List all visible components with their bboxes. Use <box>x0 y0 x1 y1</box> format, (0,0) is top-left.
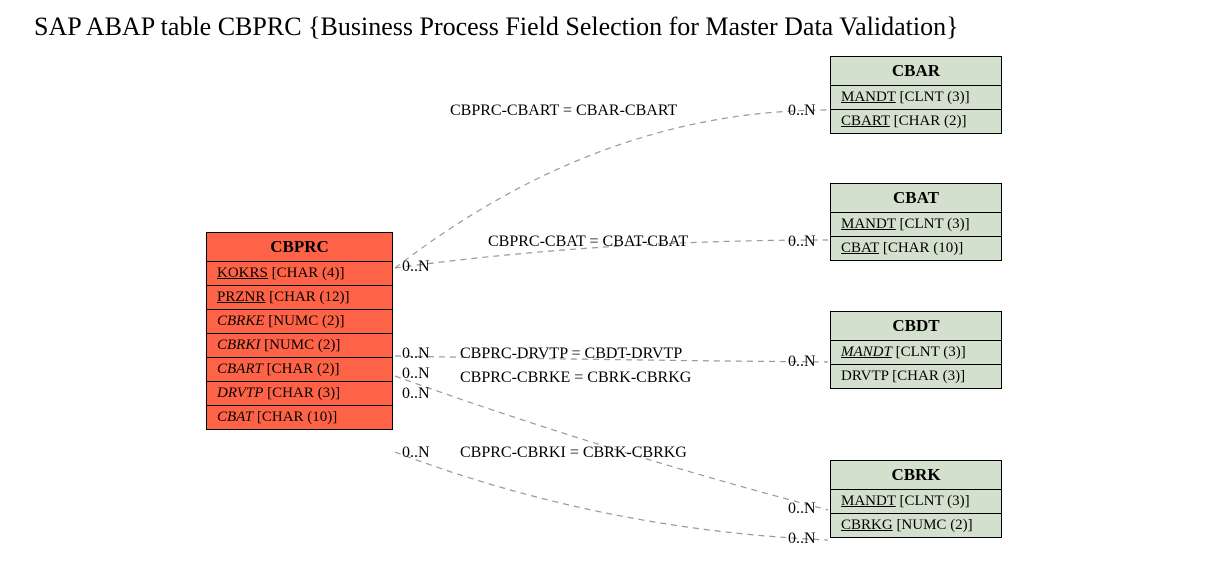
card-left-1: 0..N <box>402 258 430 276</box>
field-prznr: PRZNR [CHAR (12)] <box>207 286 392 310</box>
field-cbrki: CBRKI [NUMC (2)] <box>207 334 392 358</box>
field-kokrs: KOKRS [CHAR (4)] <box>207 262 392 286</box>
card-left-4b: 0..N <box>402 385 430 403</box>
entity-cbdt-header: CBDT <box>831 312 1001 341</box>
entity-cbrk-header: CBRK <box>831 461 1001 490</box>
connectors <box>0 0 1213 581</box>
card-right-6: 0..N <box>788 530 816 548</box>
cbrk-field-mandt: MANDT [CLNT (3)] <box>831 490 1001 514</box>
card-left-5: 0..N <box>402 444 430 462</box>
field-cbrke: CBRKE [NUMC (2)] <box>207 310 392 334</box>
cbrk-field-cbrkg: CBRKG [NUMC (2)] <box>831 514 1001 537</box>
rel-label-cbat: CBPRC-CBAT = CBAT-CBAT <box>488 233 688 251</box>
entity-cbat: CBAT MANDT [CLNT (3)] CBAT [CHAR (10)] <box>830 183 1002 261</box>
entity-cbat-header: CBAT <box>831 184 1001 213</box>
rel-label-cbar: CBPRC-CBART = CBAR-CBART <box>450 102 677 120</box>
cbdt-field-mandt: MANDT [CLNT (3)] <box>831 341 1001 365</box>
card-left-4: 0..N <box>402 365 430 383</box>
cbdt-field-drvtp: DRVTP [CHAR (3)] <box>831 365 1001 388</box>
field-cbart: CBART [CHAR (2)] <box>207 358 392 382</box>
card-left-3: 0..N <box>402 345 430 363</box>
entity-cbrk: CBRK MANDT [CLNT (3)] CBRKG [NUMC (2)] <box>830 460 1002 538</box>
cbar-field-cbart: CBART [CHAR (2)] <box>831 110 1001 133</box>
rel-label-cbrk-cbrki: CBPRC-CBRKI = CBRK-CBRKG <box>460 444 687 462</box>
rel-label-cbrk-cbrke: CBPRC-CBRKE = CBRK-CBRKG <box>460 369 691 387</box>
entity-cbprc-header: CBPRC <box>207 233 392 262</box>
field-drvtp: DRVTP [CHAR (3)] <box>207 382 392 406</box>
card-right-5: 0..N <box>788 500 816 518</box>
page-title: SAP ABAP table CBPRC {Business Process F… <box>34 12 959 42</box>
card-right-1: 0..N <box>788 102 816 120</box>
card-right-2: 0..N <box>788 233 816 251</box>
entity-cbar-header: CBAR <box>831 57 1001 86</box>
entity-cbdt: CBDT MANDT [CLNT (3)] DRVTP [CHAR (3)] <box>830 311 1002 389</box>
rel-label-cbdt: CBPRC-DRVTP = CBDT-DRVTP <box>460 345 682 363</box>
entity-cbprc: CBPRC KOKRS [CHAR (4)] PRZNR [CHAR (12)]… <box>206 232 393 430</box>
cbar-field-mandt: MANDT [CLNT (3)] <box>831 86 1001 110</box>
card-right-3: 0..N <box>788 353 816 371</box>
cbat-field-cbat: CBAT [CHAR (10)] <box>831 237 1001 260</box>
field-cbat: CBAT [CHAR (10)] <box>207 406 392 429</box>
entity-cbar: CBAR MANDT [CLNT (3)] CBART [CHAR (2)] <box>830 56 1002 134</box>
cbat-field-mandt: MANDT [CLNT (3)] <box>831 213 1001 237</box>
